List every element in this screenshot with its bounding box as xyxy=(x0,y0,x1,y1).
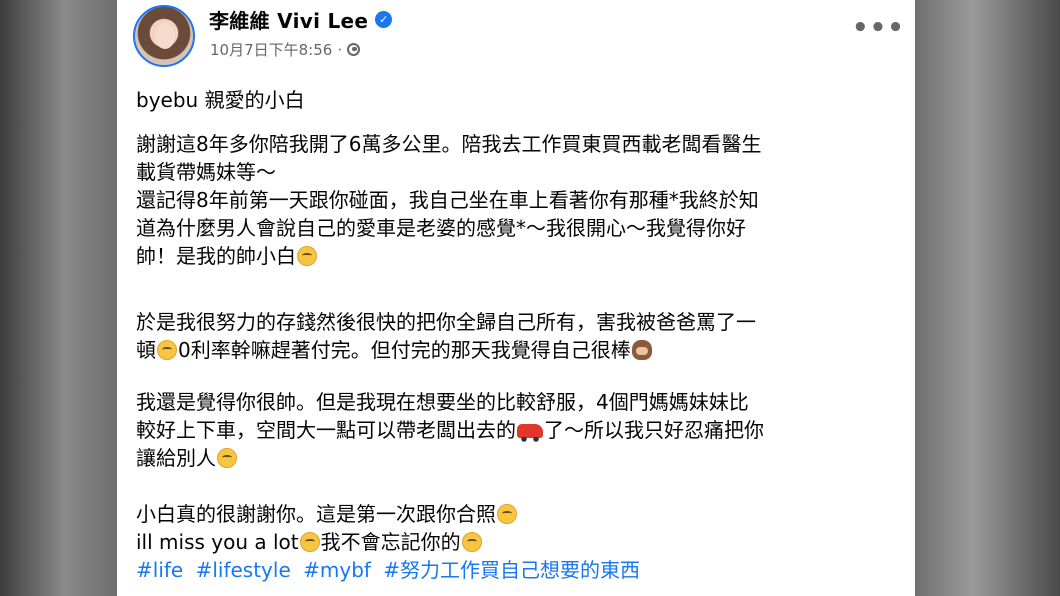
text-line: 載貨帶媽妹等～ xyxy=(136,160,276,184)
grinning-face-icon xyxy=(299,532,320,552)
avatar-face xyxy=(155,23,175,49)
text-line: 於是我很努力的存錢然後很快的把你全歸自己所有，害我被爸爸罵了一 xyxy=(136,310,756,334)
text-line: 我還是覺得你很帥。但是我現在想要坐的比較舒服，4個門媽媽妹妹比 xyxy=(136,390,749,414)
text-line: 還記得8年前第一天跟你碰面，我自己坐在車上看著你有那種*我終於知 xyxy=(136,188,759,212)
paragraph-2: 謝謝這8年多你陪我開了6萬多公里。陪我去工作買東買西載老闆看醫生 載貨帶媽妹等～… xyxy=(136,130,761,270)
text-segment: 較好上下車，空間大一點可以帶老闆出去的 xyxy=(136,418,516,442)
background-left xyxy=(0,0,117,596)
author-name[interactable]: 李維維 Vivi Lee xyxy=(209,5,368,34)
crying-face-icon xyxy=(217,448,237,468)
hashtag-link[interactable]: #life xyxy=(136,558,183,582)
text-segment: ill miss you a lot xyxy=(136,530,299,554)
winking-face-icon xyxy=(461,532,482,552)
hashtag-link[interactable]: #lifestyle xyxy=(196,558,291,582)
rolling-laughing-face-icon xyxy=(157,340,177,360)
text-line: 小白真的很謝謝你。這是第一次跟你合照 xyxy=(136,500,646,528)
text-line: 謝謝這8年多你陪我開了6萬多公里。陪我去工作買東買西載老闆看醫生 xyxy=(136,132,762,156)
meta-separator: · xyxy=(337,40,343,59)
post-meta: 10月7日下午8:56 · xyxy=(210,39,361,60)
globe-icon xyxy=(347,43,361,56)
text-segment: 頓 xyxy=(136,338,156,362)
facebook-post-card: 李維維 Vivi Lee ✓ 10月7日下午8:56 · ••• byebu 親… xyxy=(117,0,915,596)
text-line: 較好上下車，空間大一點可以帶老闆出去的 了～所以我只好忍痛把你 xyxy=(136,416,764,444)
text-segment: 0利率幹嘛趕著付完。但付完的那天我覺得自己很棒 xyxy=(178,338,631,362)
text-segment: 我不會忘記你的 xyxy=(320,530,461,554)
background-right xyxy=(915,0,1060,596)
text-line: 帥！是我的帥小白 xyxy=(136,242,761,270)
paragraph-1: byebu 親愛的小白 xyxy=(136,86,305,114)
see-no-evil-monkey-icon xyxy=(631,340,652,360)
paragraph-4: 我還是覺得你很帥。但是我現在想要坐的比較舒服，4個門媽媽妹妹比 較好上下車，空間… xyxy=(136,388,764,472)
relieved-face-icon xyxy=(497,504,517,524)
text-line: 頓 0利率幹嘛趕著付完。但付完的那天我覺得自己很棒 xyxy=(136,336,756,364)
hashtag-link[interactable]: #mybf xyxy=(303,558,371,582)
author-row: 李維維 Vivi Lee ✓ xyxy=(209,4,393,34)
text-segment: 帥！是我的帥小白 xyxy=(136,244,296,268)
paragraph-5: 小白真的很謝謝你。這是第一次跟你合照 ill miss you a lot 我不會… xyxy=(136,500,646,584)
smiling-face-icon xyxy=(297,246,317,266)
avatar[interactable] xyxy=(133,5,195,67)
text-line: 道為什麼男人會說自己的愛車是老婆的感覺*～我很開心～我覺得你好 xyxy=(136,216,746,240)
text-line: 讓給別人 xyxy=(136,444,764,472)
car-icon xyxy=(517,424,543,442)
more-options-button[interactable]: ••• xyxy=(852,15,904,48)
hashtag-line: #life #lifestyle #mybf #努力工作買自己想要的東西 xyxy=(136,556,646,584)
hashtag-link[interactable]: #努力工作買自己想要的東西 xyxy=(383,558,640,582)
text-line: byebu 親愛的小白 xyxy=(136,88,305,112)
post-timestamp[interactable]: 10月7日下午8:56 xyxy=(210,39,332,60)
text-line: ill miss you a lot 我不會忘記你的 xyxy=(136,528,646,556)
text-segment: 讓給別人 xyxy=(136,446,216,470)
text-segment: 小白真的很謝謝你。這是第一次跟你合照 xyxy=(136,502,496,526)
verified-badge-icon: ✓ xyxy=(375,10,393,28)
text-segment: 了～所以我只好忍痛把你 xyxy=(544,418,764,442)
paragraph-3: 於是我很努力的存錢然後很快的把你全歸自己所有，害我被爸爸罵了一 頓 0利率幹嘛趕著… xyxy=(136,308,756,364)
